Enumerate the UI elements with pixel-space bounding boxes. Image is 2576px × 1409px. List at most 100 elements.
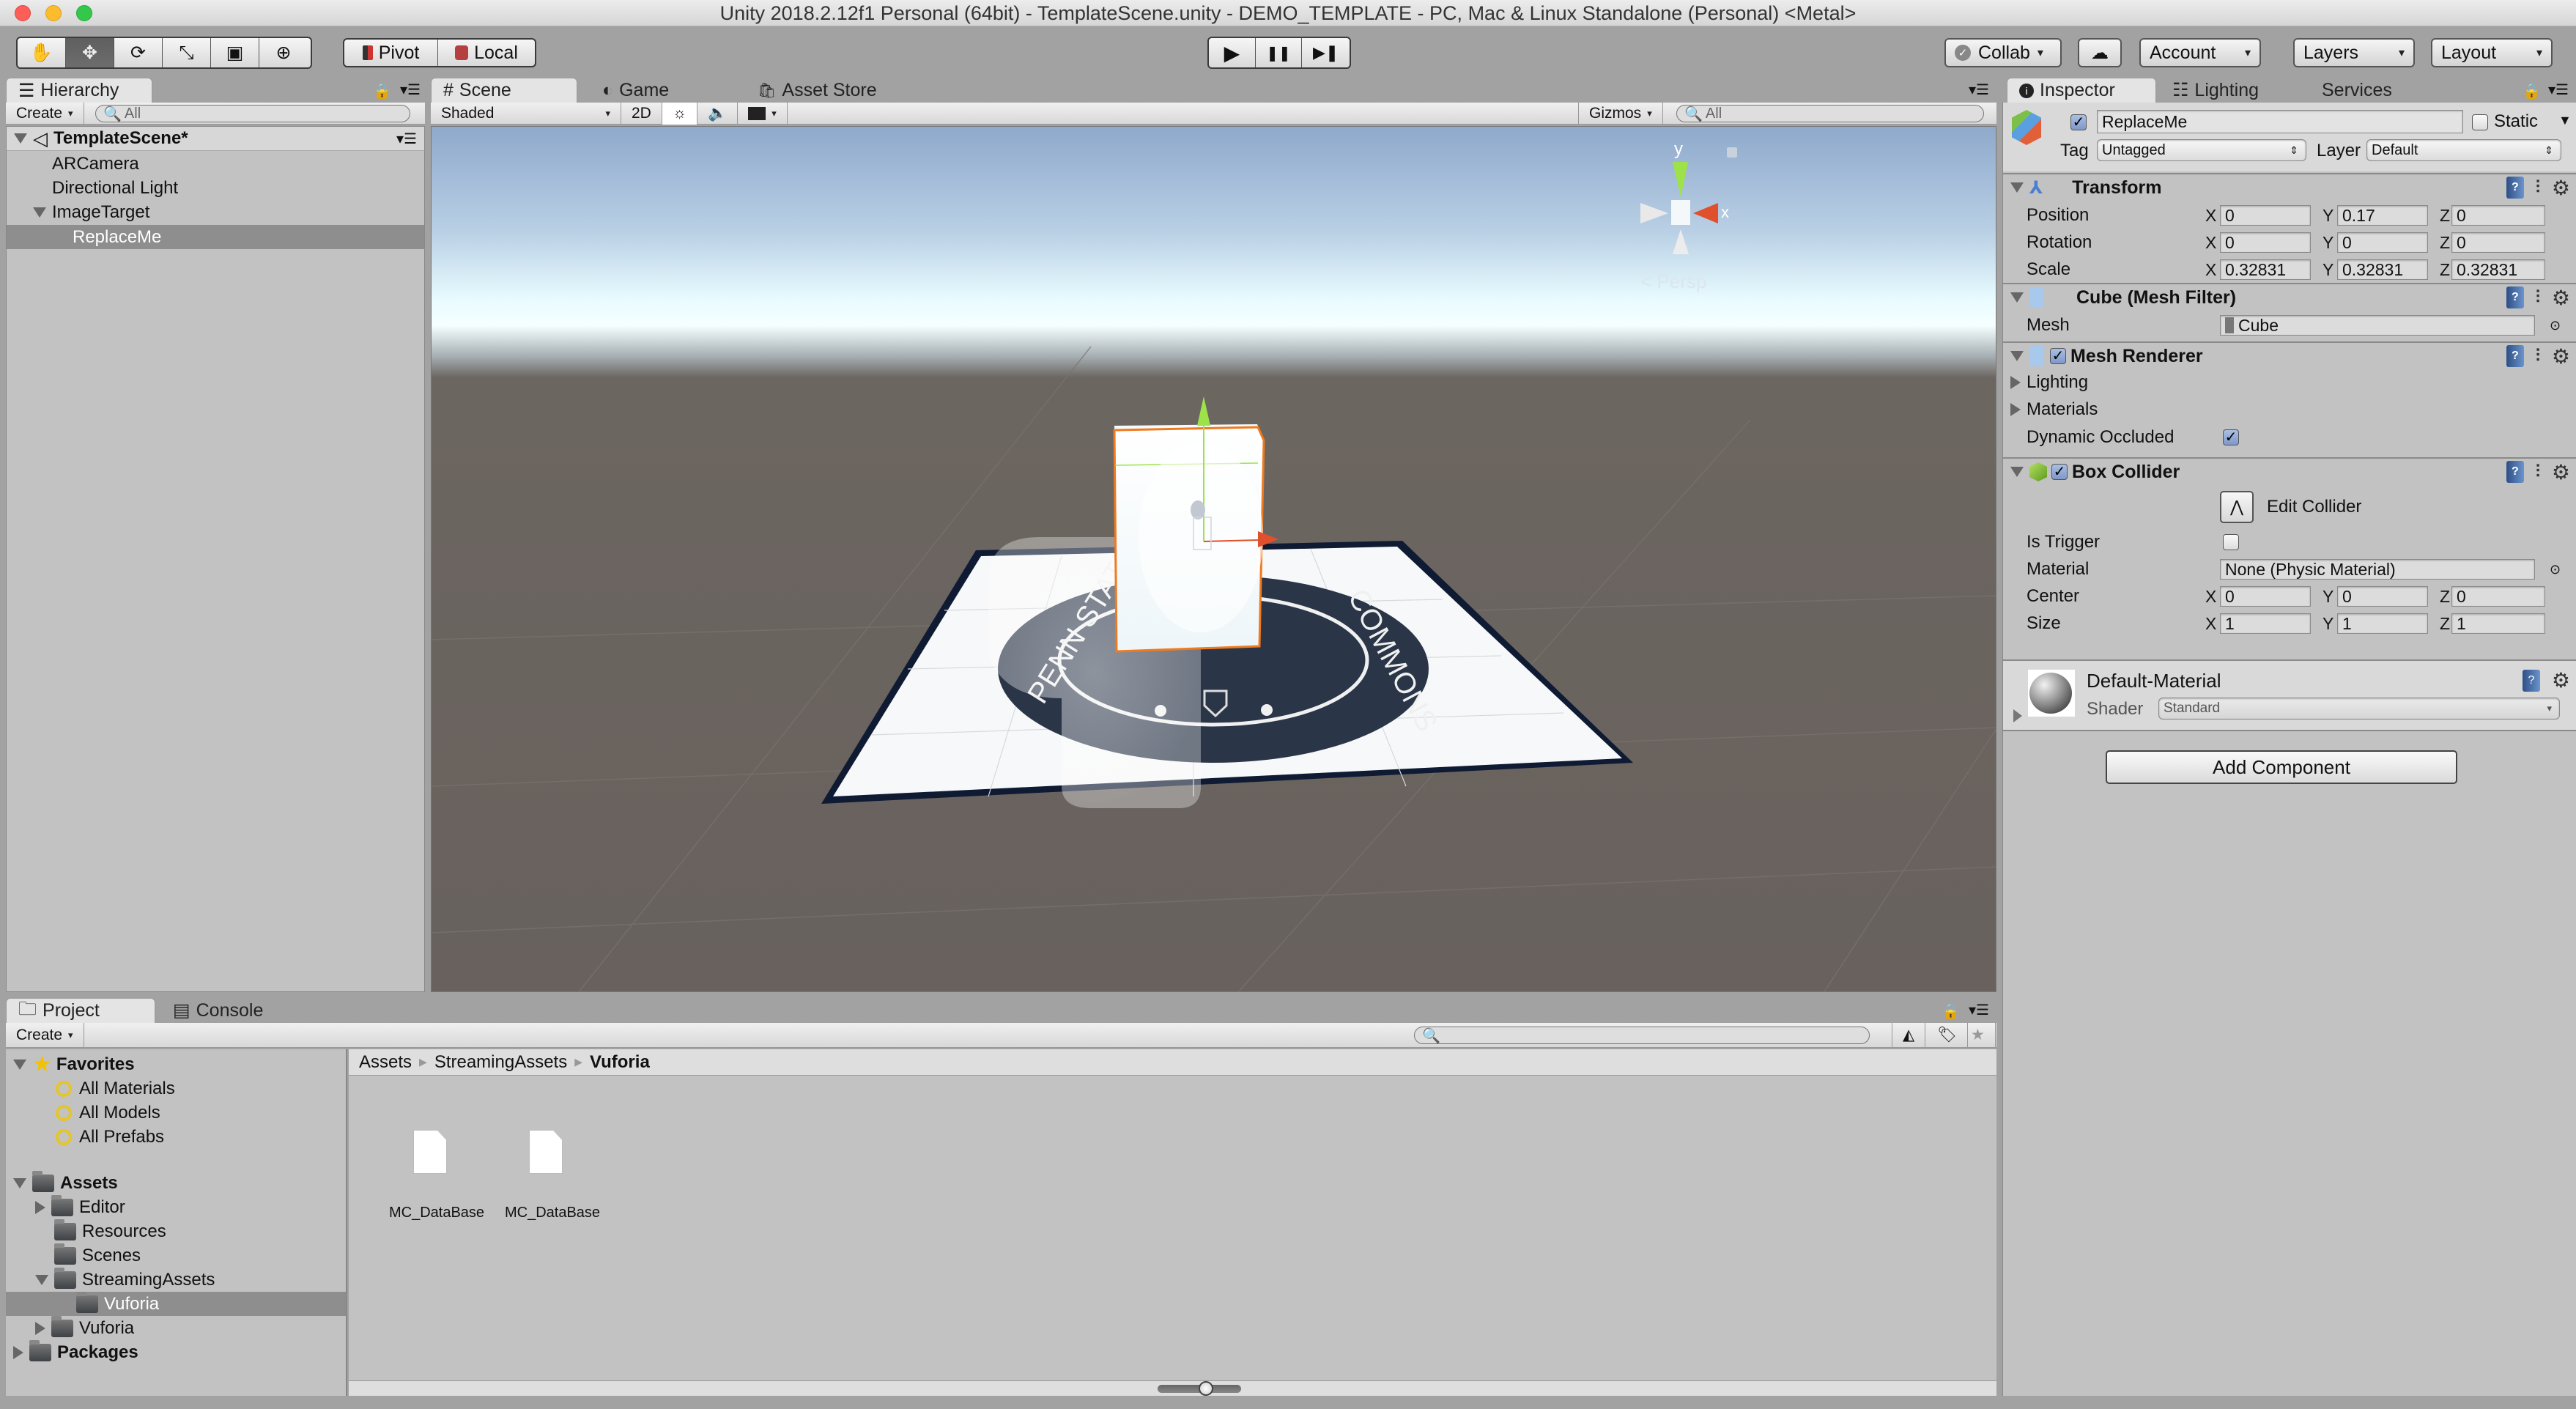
- asset-file[interactable]: MC_DataBase: [494, 1120, 611, 1251]
- help-book-icon[interactable]: ?: [2506, 461, 2524, 483]
- filter-by-type-button[interactable]: ◭: [1892, 1022, 1926, 1048]
- collapse-triangle-icon[interactable]: [2010, 292, 2024, 303]
- view-gizmo-y-cone[interactable]: [1673, 162, 1688, 197]
- project-search-input[interactable]: 🔍: [1414, 1027, 1870, 1044]
- tab-project[interactable]: 🗀 Project: [6, 998, 155, 1023]
- hierarchy-item[interactable]: Directional Light: [7, 176, 424, 200]
- gizmos-dropdown[interactable]: Gizmos ▾: [1578, 102, 1663, 125]
- lock-icon[interactable]: 🔒: [2523, 82, 2541, 100]
- favorite-item[interactable]: All Prefabs: [6, 1125, 346, 1149]
- presets-icon[interactable]: ⫶: [2536, 287, 2540, 308]
- expand-triangle-icon[interactable]: [2010, 376, 2021, 389]
- panel-menu-icon[interactable]: ▾☰: [1969, 81, 1989, 99]
- 2d-toggle[interactable]: 2D: [621, 102, 662, 125]
- folder-row[interactable]: Packages: [6, 1339, 346, 1364]
- projection-label[interactable]: < Persp: [1640, 270, 1706, 292]
- folder-row[interactable]: Assets: [6, 1170, 346, 1195]
- account-dropdown[interactable]: Account ▾: [2139, 38, 2261, 67]
- scene-viewport[interactable]: PENN STATE COMMONS y x < Persp: [431, 126, 1996, 992]
- lock-icon[interactable]: 🔒: [373, 82, 391, 100]
- panel-menu-icon[interactable]: ▾☰: [2548, 81, 2569, 99]
- folder-row[interactable]: Resources: [6, 1218, 346, 1243]
- hierarchy-search-input[interactable]: 🔍 All: [95, 105, 410, 122]
- lighting-foldout[interactable]: Lighting: [2003, 369, 2576, 396]
- object-picker-icon[interactable]: ⊙: [2550, 318, 2561, 333]
- center-row-x-input[interactable]: 0: [2220, 586, 2311, 607]
- layers-dropdown[interactable]: Layers ▾: [2293, 38, 2415, 67]
- tab-console[interactable]: ▤ Console: [161, 998, 275, 1023]
- slider-thumb[interactable]: [1199, 1381, 1214, 1396]
- hierarchy-item[interactable]: ImageTarget: [7, 200, 424, 224]
- gear-icon[interactable]: ⚙: [2552, 286, 2570, 310]
- gameobject-icon[interactable]: [2012, 110, 2041, 145]
- expand-triangle-icon[interactable]: [2010, 403, 2021, 416]
- object-picker-icon[interactable]: ⊙: [2550, 562, 2561, 577]
- gear-icon[interactable]: ⚙: [2552, 460, 2570, 484]
- rotation-row-x-input[interactable]: 0: [2220, 232, 2311, 253]
- scale-row-y-input[interactable]: 0.32831: [2337, 259, 2428, 280]
- pivot-button[interactable]: Pivot: [344, 40, 439, 66]
- rotation-row-y-input[interactable]: 0: [2337, 232, 2428, 253]
- expand-triangle-icon[interactable]: [35, 1200, 45, 1214]
- scene-lighting-toggle[interactable]: ☼: [662, 102, 698, 125]
- local-button[interactable]: Local: [438, 40, 535, 66]
- scene-menu-icon[interactable]: ▾☰: [396, 130, 417, 148]
- scale-row-z-input[interactable]: 0.32831: [2451, 259, 2545, 280]
- folder-row[interactable]: Scenes: [6, 1243, 346, 1268]
- collapse-triangle-icon[interactable]: [2010, 467, 2024, 477]
- favorite-item[interactable]: All Models: [6, 1101, 346, 1125]
- gear-icon[interactable]: ⚙: [2552, 668, 2570, 692]
- expand-triangle-icon[interactable]: [35, 1274, 48, 1285]
- tag-dropdown[interactable]: Untagged ⇕: [2097, 139, 2306, 161]
- collab-button[interactable]: ✓ Collab ▾: [1944, 38, 2062, 67]
- scene-root-row[interactable]: ◁ TemplateScene* ▾☰: [7, 127, 424, 151]
- help-book-icon[interactable]: ?: [2506, 345, 2524, 367]
- static-dropdown-icon[interactable]: ▼: [2558, 113, 2572, 128]
- rotation-row-z-input[interactable]: 0: [2451, 232, 2545, 253]
- move-tool-button[interactable]: ✥: [66, 38, 114, 67]
- effects-dropdown[interactable]: ▾: [738, 102, 788, 125]
- tab-lighting[interactable]: ☷ Lighting: [2161, 78, 2270, 103]
- mesh-renderer-enabled-checkbox[interactable]: ✓: [2050, 348, 2066, 364]
- folder-row[interactable]: Vuforia: [6, 1315, 346, 1340]
- pause-button[interactable]: ❚❚: [1256, 38, 1303, 67]
- rect-tool-button[interactable]: ▣: [211, 38, 259, 67]
- edit-collider-button[interactable]: ⋀: [2220, 491, 2254, 523]
- icon-size-slider[interactable]: [1158, 1381, 1241, 1396]
- center-row-z-input[interactable]: 0: [2451, 586, 2545, 607]
- presets-icon[interactable]: ⫶: [2536, 177, 2540, 198]
- step-button[interactable]: ▶❚: [1302, 38, 1350, 67]
- hierarchy-item[interactable]: ARCamera: [7, 152, 424, 176]
- view-gizmo-neg-y-cone[interactable]: [1673, 229, 1689, 254]
- gizmo-z-handle[interactable]: [1191, 500, 1205, 519]
- dynamic-occluded-checkbox[interactable]: ✓: [2223, 429, 2239, 445]
- breadcrumb-item[interactable]: StreamingAssets: [434, 1052, 567, 1073]
- center-row-y-input[interactable]: 0: [2337, 586, 2428, 607]
- favorite-item[interactable]: All Materials: [6, 1076, 346, 1101]
- materials-foldout[interactable]: Materials: [2003, 396, 2576, 423]
- view-gizmo-cube[interactable]: [1671, 200, 1690, 225]
- panel-menu-icon[interactable]: ▾☰: [1969, 1001, 1989, 1019]
- is-trigger-checkbox[interactable]: [2223, 534, 2239, 550]
- mesh-filter-header[interactable]: Cube (Mesh Filter) ? ⫶ ⚙: [2003, 283, 2576, 311]
- expand-triangle-icon[interactable]: [2013, 709, 2022, 722]
- expand-triangle-icon[interactable]: [14, 133, 27, 144]
- folder-row[interactable]: Editor: [6, 1194, 346, 1219]
- cloud-button[interactable]: ☁: [2078, 38, 2122, 67]
- help-book-icon[interactable]: ?: [2506, 286, 2524, 308]
- shader-dropdown[interactable]: Standard ▾: [2158, 698, 2560, 720]
- transform-header[interactable]: ⅄ Transform ? ⫶ ⚙: [2003, 173, 2576, 201]
- rotate-tool-button[interactable]: ⟳: [114, 38, 163, 67]
- folder-row[interactable]: StreamingAssets: [6, 1267, 346, 1292]
- box-collider-enabled-checkbox[interactable]: ✓: [2051, 464, 2068, 480]
- shading-mode-dropdown[interactable]: Shaded ▾: [431, 102, 621, 125]
- expand-triangle-icon[interactable]: [13, 1177, 26, 1188]
- scale-tool-button[interactable]: ⤡: [163, 38, 211, 67]
- orientation-gizmo[interactable]: y x < Persp: [1640, 139, 1729, 292]
- collapse-triangle-icon[interactable]: [2010, 182, 2024, 193]
- gizmo-y-arrow[interactable]: [1197, 396, 1210, 426]
- tab-hierarchy[interactable]: ☰ Hierarchy: [6, 78, 152, 103]
- help-book-icon[interactable]: ?: [2506, 177, 2524, 199]
- position-row-z-input[interactable]: 0: [2451, 205, 2545, 226]
- size-row-z-input[interactable]: 1: [2451, 613, 2545, 634]
